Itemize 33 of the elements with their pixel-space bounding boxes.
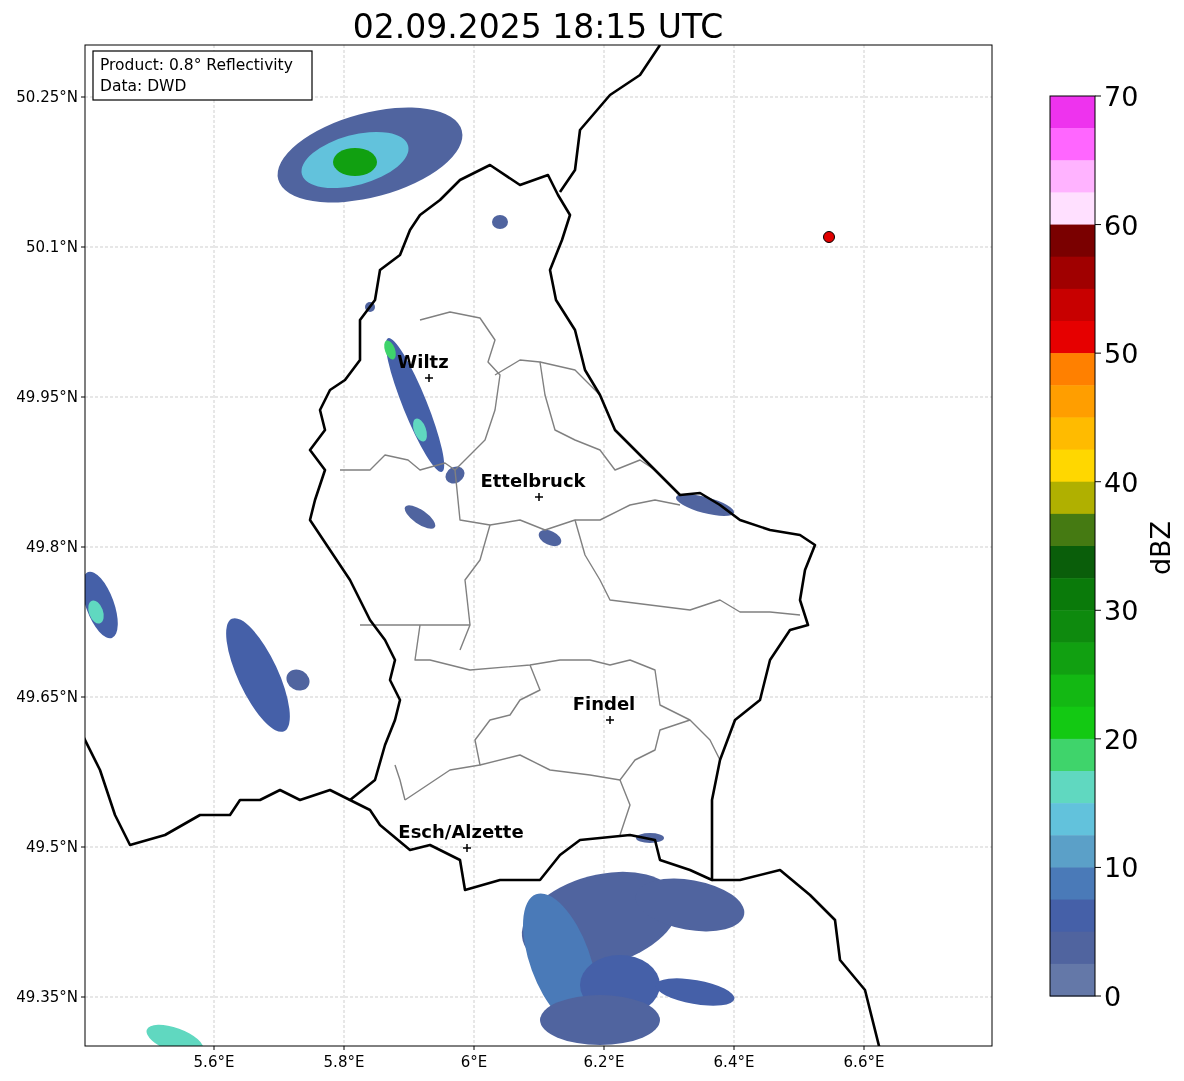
longitude-label: 5.6°E [193, 1053, 235, 1071]
info-text: Product: 0.8° Reflectivity [100, 56, 293, 74]
latitude-label: 49.95°N [16, 388, 78, 406]
longitude-label: 5.8°E [323, 1053, 365, 1071]
colorbar-tick-label: 50 [1104, 338, 1139, 370]
colorbar-tick-label: 40 [1104, 466, 1139, 498]
city-marker-icon [462, 843, 472, 853]
city-label: Findel [572, 693, 636, 714]
city-marker-icon [534, 492, 544, 502]
colorbar-tick-label: 70 [1104, 81, 1139, 112]
longitude-label: 6.6°E [843, 1053, 885, 1071]
city-marker-icon [605, 715, 615, 725]
latitude-label: 49.65°N [16, 688, 78, 706]
latitude-label: 50.1°N [25, 238, 78, 256]
colorbar-tick-label: 30 [1104, 595, 1139, 627]
latitude-label: 50.25°N [16, 88, 78, 106]
colorbar-title: dBZ [1145, 520, 1176, 576]
colorbar-tick-label: 20 [1104, 723, 1139, 755]
chart-title: 02.09.2025 18:15 UTC [352, 7, 724, 46]
city-marker-icon [424, 373, 434, 383]
latitude-label: 49.5°N [25, 838, 78, 856]
colorbar-tick-label: 10 [1104, 852, 1139, 884]
longitude-label: 6.4°E [713, 1053, 755, 1071]
colorbar-tick-label: 0 [1104, 981, 1122, 1012]
longitude-label: 6.2°E [583, 1053, 625, 1071]
city-label: Esch/Alzette [398, 821, 524, 842]
info-text: Data: DWD [100, 77, 187, 95]
city-label: Ettelbruck [480, 470, 586, 491]
latitude-label: 49.8°N [25, 538, 78, 556]
radar-site-marker [823, 231, 835, 243]
latitude-label: 49.35°N [16, 988, 78, 1006]
colorbar-tick-label: 60 [1104, 209, 1139, 241]
longitude-label: 6°E [460, 1053, 488, 1071]
